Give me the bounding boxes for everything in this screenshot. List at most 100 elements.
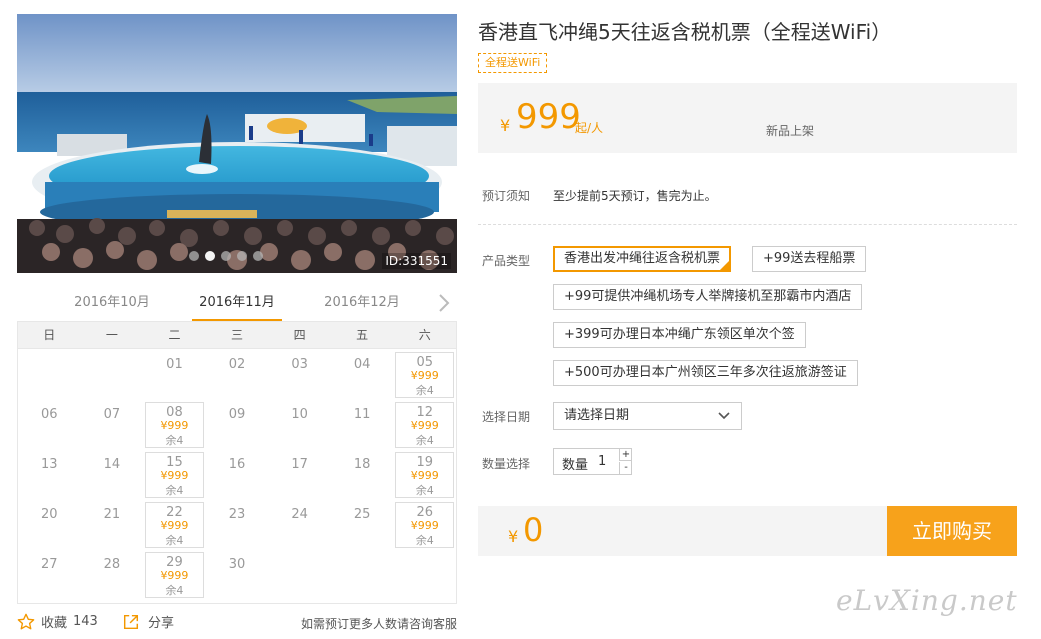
day-stock: 余4 xyxy=(415,484,434,497)
share-button[interactable]: 分享 xyxy=(122,612,174,631)
day-price: ¥999 xyxy=(160,419,189,432)
day-number: 11 xyxy=(353,407,371,422)
calendar-day: 14 xyxy=(81,449,144,499)
day-number: 26 xyxy=(416,505,434,520)
option-single-visa[interactable]: +399可办理日本冲绳广东领区单次个签 xyxy=(553,322,806,348)
calendar-day-available[interactable]: 26 ¥999 余4 xyxy=(393,499,456,549)
calendar-weekday-header: 日一二三四五六 xyxy=(18,322,456,349)
weekday-label: 五 xyxy=(356,328,369,342)
calendar-week: 27 28 29 ¥999 余4 30 xyxy=(18,549,456,599)
day-number: 25 xyxy=(353,507,371,522)
day-number: 10 xyxy=(291,407,308,422)
price-panel: ¥ 999 起/人 新品上架 xyxy=(478,83,1017,153)
day-number: 05 xyxy=(416,355,434,370)
calendar-week: 20 21 22 ¥999 余4 23 24 25 26 ¥999 余4 xyxy=(18,499,456,549)
day-number: 08 xyxy=(166,405,183,420)
tab-month-oct[interactable]: 2016年10月 xyxy=(67,290,157,322)
price-amount: 999 xyxy=(516,97,581,137)
calendar-day: 04 xyxy=(331,349,394,399)
calendar-day-available[interactable]: 15 ¥999 余4 xyxy=(143,449,206,499)
calendar-day: 28 xyxy=(81,549,144,599)
option-label: +99送去程船票 xyxy=(763,251,856,266)
day-stock: 余4 xyxy=(165,484,184,497)
weekday-label: 六 xyxy=(418,328,431,342)
chevron-right-icon[interactable] xyxy=(437,292,451,314)
calendar-day-available[interactable]: 05 ¥999 余4 xyxy=(393,349,456,399)
calendar-day: 07 xyxy=(81,399,144,449)
calendar-day: 06 xyxy=(18,399,81,449)
tab-month-nov[interactable]: 2016年11月 xyxy=(192,290,282,322)
day-price: ¥999 xyxy=(410,419,439,432)
calendar-day: 27 xyxy=(18,549,81,599)
carousel-dot[interactable] xyxy=(221,251,231,261)
carousel-dot-active[interactable] xyxy=(205,251,215,261)
calendar-day: 21 xyxy=(81,499,144,549)
calendar-empty-cell xyxy=(268,549,331,599)
day-price: ¥999 xyxy=(160,519,189,532)
day-price: ¥999 xyxy=(410,369,439,382)
calendar-day-available[interactable]: 29 ¥999 余4 xyxy=(143,549,206,599)
option-label: +500可办理日本广州领区三年多次往返旅游签证 xyxy=(564,365,847,380)
product-type-label: 产品类型 xyxy=(482,254,531,268)
quantity-stepper: 数量 1 + - xyxy=(553,448,632,475)
day-number: 06 xyxy=(41,407,58,422)
date-label: 选择日期 xyxy=(482,410,531,424)
day-number: 21 xyxy=(103,507,121,522)
day-number: 18 xyxy=(353,457,371,472)
buy-now-button[interactable]: 立即购买 xyxy=(887,506,1017,556)
quantity-increase-button[interactable]: + xyxy=(619,449,632,461)
option-airport-pickup[interactable]: +99可提供冲绳机场专人举牌接机至那霸市内酒店 xyxy=(553,284,863,310)
day-price: ¥999 xyxy=(160,569,189,582)
day-number: 12 xyxy=(416,405,434,420)
share-icon xyxy=(123,614,139,629)
image-id-badge: ID:331551 xyxy=(382,253,451,269)
quantity-input[interactable]: 1 xyxy=(598,454,606,469)
day-stock: 余4 xyxy=(415,534,434,547)
calendar-day-available[interactable]: 22 ¥999 余4 xyxy=(143,499,206,549)
availability-calendar: 日一二三四五六 01 02 03 04 05 ¥999 余4 06 07 08 ¥999 余4 09 10… xyxy=(17,321,457,604)
divider xyxy=(478,224,1017,225)
selected-corner-mark xyxy=(720,261,730,270)
date-select[interactable]: 请选择日期 xyxy=(553,402,742,430)
quantity-decrease-button[interactable]: - xyxy=(619,462,632,474)
calendar-day: 17 xyxy=(268,449,331,499)
carousel-dot[interactable] xyxy=(253,251,263,261)
calendar-day-available[interactable]: 19 ¥999 余4 xyxy=(393,449,456,499)
day-number: 22 xyxy=(166,505,183,520)
calendar-day-available[interactable]: 12 ¥999 余4 xyxy=(393,399,456,449)
product-photo[interactable]: ID:331551 xyxy=(17,14,457,273)
day-number: 27 xyxy=(41,557,58,572)
calendar-day: 24 xyxy=(268,499,331,549)
carousel-dot[interactable] xyxy=(237,251,247,261)
day-price: ¥999 xyxy=(160,469,189,482)
option-flight-ticket[interactable]: 香港出发冲绳往返含税机票 xyxy=(553,246,732,272)
calendar-day: 30 xyxy=(206,549,269,599)
share-label: 分享 xyxy=(148,616,175,631)
calendar-day: 03 xyxy=(268,349,331,399)
day-number: 13 xyxy=(41,457,58,472)
day-number: 01 xyxy=(166,357,183,372)
calendar-day: 20 xyxy=(18,499,81,549)
day-stock: 余4 xyxy=(415,434,434,447)
calendar-empty-cell xyxy=(331,549,394,599)
total-amount: 0 xyxy=(523,511,544,549)
day-number: 23 xyxy=(228,507,246,522)
option-ferry-ticket[interactable]: +99送去程船票 xyxy=(752,246,867,272)
option-multi-visa[interactable]: +500可办理日本广州领区三年多次往返旅游签证 xyxy=(553,360,858,386)
calendar-day: 11 xyxy=(331,399,394,449)
star-icon xyxy=(17,613,35,629)
price-unit: 起/人 xyxy=(575,121,604,135)
calendar-day: 25 xyxy=(331,499,394,549)
date-select-value: 请选择日期 xyxy=(564,408,630,423)
tab-month-dec[interactable]: 2016年12月 xyxy=(317,290,407,322)
carousel-dot[interactable] xyxy=(189,251,199,261)
day-number: 20 xyxy=(41,507,58,522)
calendar-day: 18 xyxy=(331,449,394,499)
site-watermark: eLvXing.net xyxy=(836,584,1018,617)
calendar-day-available[interactable]: 08 ¥999 余4 xyxy=(143,399,206,449)
day-price: ¥999 xyxy=(410,519,439,532)
month-tabs: 2016年10月 2016年11月 2016年12月 xyxy=(17,290,457,322)
day-number: 15 xyxy=(166,455,183,470)
day-number: 16 xyxy=(228,457,246,472)
favorite-button[interactable]: 收藏 143 xyxy=(17,612,98,631)
